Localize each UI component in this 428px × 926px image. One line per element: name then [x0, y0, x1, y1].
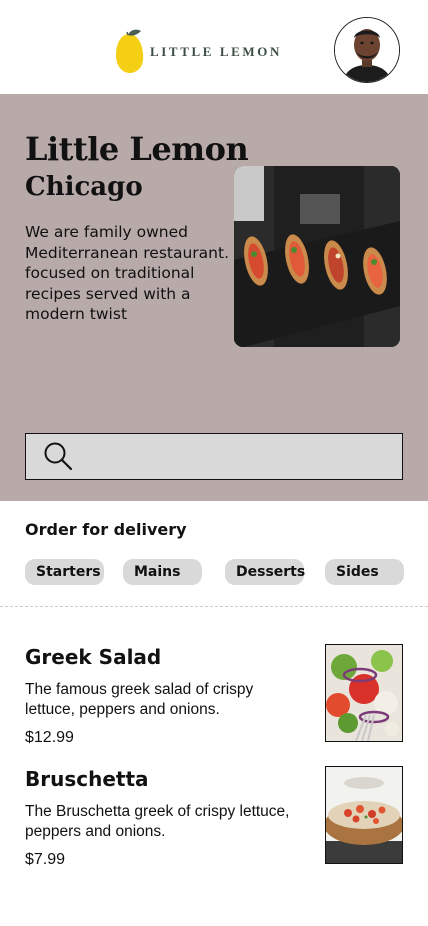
category-chip-mains[interactable]: Mains: [123, 559, 202, 585]
logo[interactable]: LITTLE LEMON: [114, 28, 284, 74]
greek-salad-photo: [326, 645, 402, 741]
hero-subtitle: Chicago: [25, 172, 143, 202]
bruschetta-photo: [326, 767, 402, 863]
avatar[interactable]: [334, 17, 400, 83]
user-avatar-image: [335, 18, 399, 82]
category-chip-desserts[interactable]: Desserts: [225, 559, 305, 585]
menu-item-description: The famous greek salad of crispy lettuce…: [25, 681, 254, 718]
hero-title: Little Lemon: [25, 130, 249, 168]
menu-item-price: $7.99: [25, 851, 66, 868]
logo-text: LITTLE LEMON: [150, 44, 282, 59]
menu-item-image: [325, 644, 403, 742]
menu-item-name: Greek Salad: [25, 645, 162, 669]
category-chip-sides[interactable]: Sides: [325, 559, 404, 585]
search-icon: [44, 442, 73, 471]
menu-item-name: Bruschetta: [25, 767, 149, 791]
hero-section: Little Lemon Chicago We are family owned…: [0, 94, 428, 501]
divider: [0, 606, 428, 607]
menu-item-price: $12.99: [25, 729, 74, 746]
search-input[interactable]: [25, 433, 403, 480]
hero-description: We are family owned Mediterranean restau…: [25, 223, 229, 323]
header: LITTLE LEMON: [0, 0, 428, 94]
bruschetta-platter-photo: [234, 166, 400, 347]
menu-item-image: [325, 766, 403, 864]
lemon-icon: [116, 29, 144, 73]
menu-item-description: The Bruschetta greek of crispy lettuce, …: [25, 803, 290, 840]
category-chip-starters[interactable]: Starters: [25, 559, 104, 585]
hero-image: [234, 166, 400, 347]
order-title: Order for delivery: [25, 520, 187, 539]
